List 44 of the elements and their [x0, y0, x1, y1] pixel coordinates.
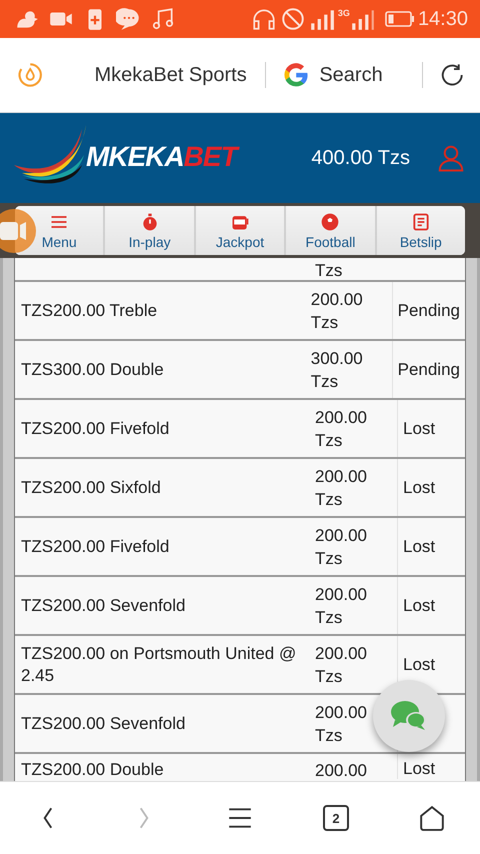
table-cell: Lost: [403, 478, 436, 498]
table-cell-text: 200.00 Tzs: [315, 406, 368, 452]
table-cell: TZS200.00 Sevenfold: [21, 712, 186, 734]
table-cell: TZS200.00 Fivefold: [21, 418, 170, 440]
table-cell: Lost: [403, 596, 436, 616]
do-not-disturb-icon: [280, 6, 306, 32]
table-cell-text: 300.00 Tzs: [310, 348, 364, 392]
football-icon: [320, 212, 340, 232]
account-balance: 400.00 Tzs: [311, 146, 410, 170]
document-icon: [410, 212, 431, 232]
table-cell: TZS200.00 Treble: [21, 300, 158, 322]
nav-tab[interactable]: Football: [286, 206, 377, 255]
music-note-icon: [150, 6, 176, 32]
table-cell: Pending: [398, 300, 460, 320]
logo[interactable]: MKEKABET: [12, 123, 237, 193]
page-title[interactable]: MkekaBet Sports: [94, 64, 250, 86]
nav-tab[interactable]: In-play: [105, 206, 196, 255]
table-cell-text: 200.00 Tzs: [315, 524, 368, 570]
table-cell: TZS200.00 Double: [21, 759, 164, 781]
search-link[interactable]: Search: [319, 64, 407, 86]
table-cell-text: 200.00 Tzs: [315, 702, 368, 746]
table-cell-text: 200.00 Tzs: [310, 288, 364, 334]
table-cell: TZS200.00 Sevenfold: [21, 594, 186, 616]
table-cell: Lost: [403, 759, 436, 779]
clock: 14:30: [418, 8, 468, 30]
table-cell: Tzs: [315, 262, 342, 280]
table-cell: TZS200.00 Sixfold: [21, 476, 161, 498]
nav-tab[interactable]: Betslip: [376, 206, 465, 255]
tab-count[interactable]: 2: [323, 805, 349, 831]
battery-icon: [384, 10, 415, 28]
table-cell-text: 200.00 Tzs: [315, 642, 368, 688]
network-type: 3G: [338, 8, 350, 18]
table-cell-text: 200.00 Tzs: [315, 466, 368, 510]
table-cell: Lost: [403, 536, 436, 556]
table-cell: Pending: [398, 360, 460, 380]
table-cell-text: TZS200.00 on Portsmouth United @ 2.45: [21, 642, 298, 686]
nav-tab[interactable]: Jackpot: [196, 206, 286, 255]
table-cell: Lost: [403, 654, 436, 674]
table-cell-text: 200.00 Tzs: [315, 584, 368, 628]
table-cell-text: 200.00: [315, 760, 367, 781]
table-cell: TZS300.00 Double: [21, 358, 164, 380]
table-cell: Lost: [403, 418, 436, 438]
home-icon[interactable]: [419, 805, 445, 831]
table-cell: TZS200.00 Fivefold: [21, 536, 170, 558]
